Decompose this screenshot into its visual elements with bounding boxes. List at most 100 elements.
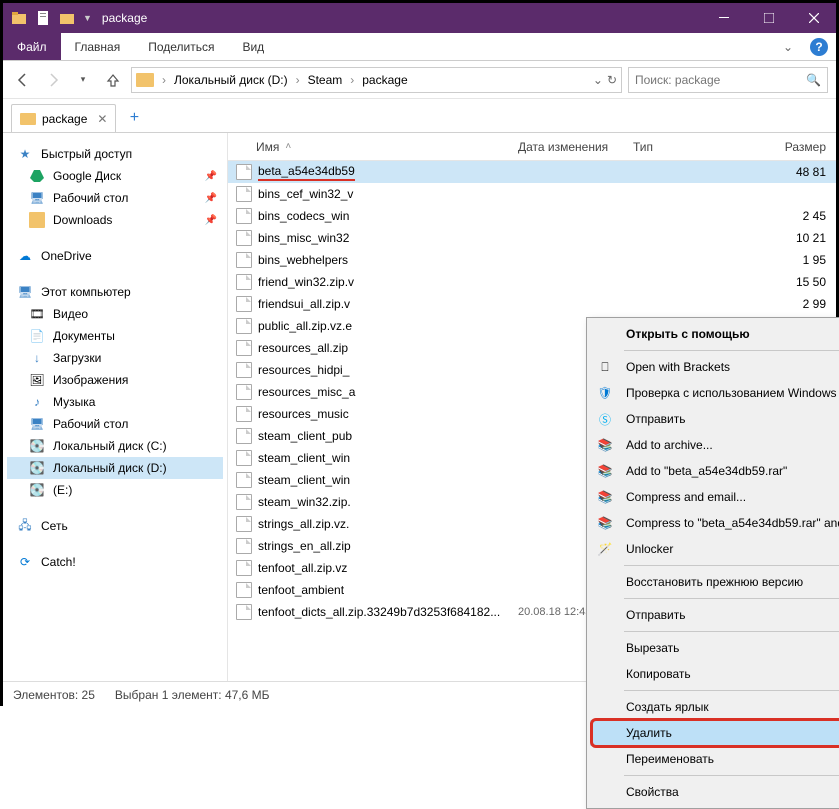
list-header: Имя˄ Дата изменения Тип Размер bbox=[228, 133, 836, 161]
close-tab-icon[interactable]: ✕ bbox=[97, 112, 107, 126]
breadcrumb[interactable]: › Локальный диск (D:) › Steam › package … bbox=[131, 67, 622, 93]
file-icon bbox=[236, 428, 252, 444]
nav-drive-c[interactable]: 💽Локальный диск (C:) bbox=[7, 435, 223, 457]
nav-downloads2[interactable]: ↓Загрузки bbox=[7, 347, 223, 369]
qat-newfolder-icon[interactable] bbox=[59, 10, 75, 26]
ctx-send-skype[interactable]: ⓈОтправить bbox=[590, 406, 839, 432]
ctx-rename[interactable]: Переименовать bbox=[590, 746, 839, 772]
bc-dropdown-icon[interactable]: ⌄ bbox=[593, 73, 603, 87]
onedrive[interactable]: ☁OneDrive bbox=[7, 245, 223, 267]
file-row[interactable]: bins_misc_win3210 21 bbox=[228, 227, 836, 249]
search-box[interactable]: 🔍 bbox=[628, 67, 828, 93]
music-icon: ♪ bbox=[29, 394, 45, 410]
file-icon bbox=[236, 406, 252, 422]
file-icon bbox=[236, 208, 252, 224]
col-name[interactable]: Имя˄ bbox=[228, 140, 518, 154]
qat-folder-icon bbox=[11, 10, 27, 26]
this-pc[interactable]: 🖥Этот компьютер bbox=[7, 281, 223, 303]
minimize-button[interactable] bbox=[701, 3, 746, 33]
nav-downloads[interactable]: Downloads📌 bbox=[7, 209, 223, 231]
nav-documents[interactable]: 📄Документы bbox=[7, 325, 223, 347]
help-icon[interactable]: ? bbox=[810, 38, 828, 56]
ctx-add-archive[interactable]: 📚Add to archive... bbox=[590, 432, 839, 458]
file-row[interactable]: friendsui_all.zip.v2 99 bbox=[228, 293, 836, 315]
ctx-cut[interactable]: Вырезать bbox=[590, 635, 839, 661]
folder-icon bbox=[29, 212, 45, 228]
bc-refresh-icon[interactable]: ↻ bbox=[607, 73, 617, 87]
col-size[interactable]: Размер bbox=[733, 140, 836, 154]
breadcrumb-item[interactable]: Локальный диск (D:) bbox=[170, 73, 292, 87]
file-name: tenfoot_all.zip.vz bbox=[258, 561, 347, 575]
ctx-brackets[interactable]: ⎕Open with Brackets bbox=[590, 354, 839, 380]
search-icon: 🔍 bbox=[806, 73, 821, 87]
ctx-add-rar[interactable]: 📚Add to "beta_a54e34db59.rar" bbox=[590, 458, 839, 484]
ctx-restore[interactable]: Восстановить прежнюю версию bbox=[590, 569, 839, 595]
file-row[interactable]: bins_webhelpers1 95 bbox=[228, 249, 836, 271]
maximize-button[interactable] bbox=[746, 3, 791, 33]
file-tab[interactable]: Файл bbox=[3, 33, 61, 60]
ctx-open-with[interactable]: Открыть с помощью bbox=[590, 321, 839, 347]
new-tab-button[interactable]: + bbox=[120, 104, 148, 132]
catch[interactable]: ⟳Catch! bbox=[7, 551, 223, 573]
doc-tab-label: package bbox=[42, 112, 87, 126]
nav-desktop2[interactable]: 🖥Рабочий стол bbox=[7, 413, 223, 435]
breadcrumb-item[interactable]: package bbox=[358, 73, 411, 87]
file-row[interactable]: beta_a54e34db5948 81 bbox=[228, 161, 836, 183]
file-icon bbox=[236, 516, 252, 532]
qat-props-icon[interactable] bbox=[35, 10, 51, 26]
close-button[interactable] bbox=[791, 3, 836, 33]
file-name: friend_win32.zip.v bbox=[258, 275, 354, 289]
nav-videos[interactable]: 🎞Видео bbox=[7, 303, 223, 325]
nav-music[interactable]: ♪Музыка bbox=[7, 391, 223, 413]
search-input[interactable] bbox=[635, 73, 800, 87]
ctx-defender[interactable]: 🛡Проверка с использованием Windows Defen… bbox=[590, 380, 839, 406]
nav-pictures[interactable]: 🖼Изображения bbox=[7, 369, 223, 391]
window-title: package bbox=[102, 11, 147, 25]
tab-share[interactable]: Поделиться bbox=[134, 33, 228, 60]
nav-drive-d[interactable]: 💽Локальный диск (D:) bbox=[7, 457, 223, 479]
qat-dropdown-icon[interactable]: ▼ bbox=[83, 13, 92, 23]
recent-dropdown[interactable]: ▾ bbox=[71, 68, 95, 92]
addressbar: ▾ › Локальный диск (D:) › Steam › packag… bbox=[3, 61, 836, 99]
ribbon-expand-icon[interactable]: ⌄ bbox=[774, 33, 802, 60]
nav-desktop[interactable]: 🖥Рабочий стол📌 bbox=[7, 187, 223, 209]
ctx-unlocker[interactable]: 🪄Unlocker bbox=[590, 536, 839, 562]
ctx-compress-email[interactable]: 📚Compress and email... bbox=[590, 484, 839, 510]
file-name: bins_cef_win32_v bbox=[258, 187, 353, 201]
tab-home[interactable]: Главная bbox=[61, 33, 135, 60]
breadcrumb-item[interactable]: Steam bbox=[304, 73, 347, 87]
file-name: bins_codecs_win bbox=[258, 209, 349, 223]
file-icon bbox=[236, 362, 252, 378]
file-name: tenfoot_dicts_all.zip.33249b7d3253f68418… bbox=[258, 605, 500, 619]
quick-access[interactable]: ★ Быстрый доступ bbox=[7, 143, 223, 165]
disk-icon: 💽 bbox=[29, 482, 45, 498]
ctx-properties[interactable]: Свойства bbox=[590, 779, 839, 805]
disk-icon: 💽 bbox=[29, 460, 45, 476]
file-name: steam_win32.zip. bbox=[258, 495, 351, 509]
col-date[interactable]: Дата изменения bbox=[518, 140, 633, 154]
doc-tab[interactable]: package ✕ bbox=[11, 104, 116, 132]
ctx-copy[interactable]: Копировать bbox=[590, 661, 839, 687]
forward-button[interactable] bbox=[41, 68, 65, 92]
back-button[interactable] bbox=[11, 68, 35, 92]
star-icon: ★ bbox=[17, 146, 33, 162]
tabstrip: package ✕ + bbox=[3, 99, 836, 133]
file-row[interactable]: bins_codecs_win2 45 bbox=[228, 205, 836, 227]
folder-icon bbox=[20, 113, 36, 125]
ctx-compress-rar-email[interactable]: 📚Compress to "beta_a54e34db59.rar" and e… bbox=[590, 510, 839, 536]
file-row[interactable]: bins_cef_win32_v bbox=[228, 183, 836, 205]
video-icon: 🎞 bbox=[29, 306, 45, 322]
ctx-delete[interactable]: Удалить bbox=[590, 720, 839, 746]
tab-view[interactable]: Вид bbox=[228, 33, 278, 60]
network[interactable]: 🖧Сеть bbox=[7, 515, 223, 537]
nav-drive-e[interactable]: 💽(E:) bbox=[7, 479, 223, 501]
ctx-send-to[interactable]: Отправить▶ bbox=[590, 602, 839, 628]
file-row[interactable]: friend_win32.zip.v15 50 bbox=[228, 271, 836, 293]
status-selection: Выбран 1 элемент: 47,6 МБ bbox=[115, 688, 270, 702]
file-name: steam_client_win bbox=[258, 451, 350, 465]
nav-google-drive[interactable]: Google Диск📌 bbox=[7, 165, 223, 187]
col-type[interactable]: Тип bbox=[633, 140, 733, 154]
file-name: public_all.zip.vz.e bbox=[258, 319, 352, 333]
ctx-shortcut[interactable]: Создать ярлык bbox=[590, 694, 839, 720]
up-button[interactable] bbox=[101, 68, 125, 92]
